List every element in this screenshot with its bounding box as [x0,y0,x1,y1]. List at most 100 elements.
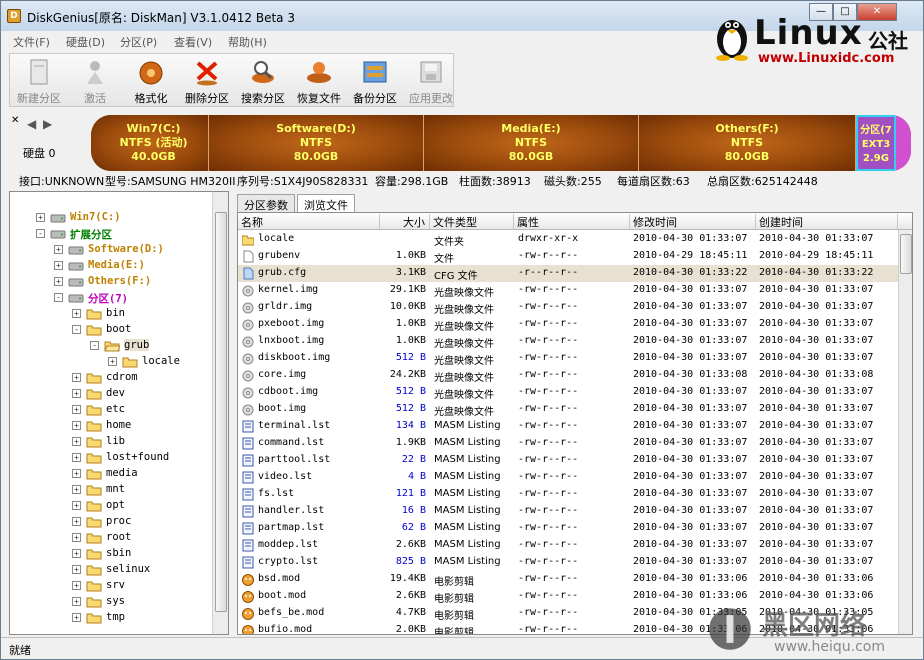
tree-expander-icon[interactable]: + [36,213,45,222]
cell-ctime: 2010-04-30 01:33:07 [759,505,874,516]
tree-expander-icon[interactable]: + [54,277,63,286]
table-row[interactable]: diskboot.img 512 B 光盘映像文件 -rw-r--r-- 2010-04… [238,350,898,367]
table-row[interactable]: grldr.img 10.0KB 光盘映像文件 -rw-r--r-- 2010-04-3… [238,299,898,316]
next-disk-arrow-icon[interactable]: ▶ [43,117,52,131]
column-mtime[interactable]: 修改时间 [630,214,756,229]
tree-expander-icon[interactable]: + [72,453,81,462]
table-row[interactable]: command.lst 1.9KB MASM Listing -rw-r--r-- 20… [238,435,898,452]
cell-mtime: 2010-04-30 01:33:07 [633,522,748,533]
activate-button[interactable]: 激活 [68,56,122,106]
table-row[interactable]: locale 文件夹 drwxr-xr-x 2010-04-30 01:33:07 20… [238,231,898,248]
tree-expander-icon[interactable]: + [72,597,81,606]
table-row[interactable]: pxeboot.img 1.0KB 光盘映像文件 -rw-r--r-- 2010-04-… [238,316,898,333]
table-row[interactable]: handler.lst 16 B MASM Listing -rw-r--r-- 201… [238,503,898,520]
cfg-file-icon [243,267,254,280]
search-partition-button[interactable]: 搜索分区 [236,56,290,106]
column-name[interactable]: 名称 [238,214,380,229]
cell-ctime: 2010-04-30 01:33:07 [759,437,874,448]
tree-expander-icon[interactable]: + [72,581,81,590]
tree-expander-icon[interactable]: + [72,549,81,558]
total-sectors-info: 总扇区数:625142448 [707,175,818,188]
folder-icon [86,597,102,608]
table-row[interactable]: parttool.lst 22 B MASM Listing -rw-r--r-- 20… [238,452,898,469]
folder-icon [86,437,102,448]
tab-browse-files[interactable]: 浏览文件 [297,194,355,212]
menu-partition[interactable]: 分区(P) [120,34,157,50]
cell-size: 24.2KB [389,369,426,380]
table-row[interactable]: bsd.mod 19.4KB 电影剪辑 -rw-r--r-- 2010-04-30 01… [238,571,898,588]
recover-files-button[interactable]: 恢复文件 [292,56,346,106]
apply-changes-button[interactable]: 应用更改 [404,56,458,106]
partition-segment-7[interactable]: 分区(7 EXT3 2.9G [856,115,896,171]
menu-view[interactable]: 查看(V) [174,34,212,50]
table-row[interactable]: grub.cfg 3.1KB CFG 文件 -r--r--r-- 2010-04-30 … [238,265,898,282]
tree-node-label: 分区(7) [88,293,128,305]
partition-segment-c[interactable]: Win7(C:) NTFS (活动) 40.0GB [91,115,209,171]
tree-node-label: media [106,467,138,479]
tree-expander-icon[interactable]: + [72,613,81,622]
partition-segment-d[interactable]: Software(D:) NTFS 80.0GB [209,115,424,171]
cell-mtime: 2010-04-30 01:33:07 [633,352,748,363]
disk-map-panel: ✕ ◀ ▶ 硬盘 0 Win7(C:) NTFS (活动) 40.0GB Sof… [9,111,921,173]
tree-scrollbar[interactable] [212,192,228,634]
prev-disk-arrow-icon[interactable]: ◀ [27,117,36,131]
unallocated-segment[interactable] [896,115,911,171]
tree-expander-icon[interactable]: + [72,309,81,318]
column-ctime[interactable]: 创建时间 [756,214,898,229]
backup-partition-button[interactable]: 备份分区 [348,56,402,106]
column-size[interactable]: 大小 [380,214,430,229]
tree-node-label: Others(F:) [88,275,152,287]
table-row[interactable]: boot.img 512 B 光盘映像文件 -rw-r--r-- 2010-04-30 … [238,401,898,418]
table-row[interactable]: core.img 24.2KB 光盘映像文件 -rw-r--r-- 2010-04-30… [238,367,898,384]
cell-name: parttool.lst [258,454,331,465]
drive-icon [50,230,66,239]
table-row[interactable]: fs.lst 121 B MASM Listing -rw-r--r-- 2010-04… [238,486,898,503]
tree-expander-icon[interactable]: + [72,565,81,574]
menu-disk[interactable]: 硬盘(D) [66,34,105,50]
file-scroll-thumb[interactable] [900,234,912,274]
tree-expander-icon[interactable]: + [108,357,117,366]
tree-expander-icon[interactable]: - [36,229,45,238]
table-row[interactable]: terminal.lst 134 B MASM Listing -rw-r--r-- 2… [238,418,898,435]
table-row[interactable]: kernel.img 29.1KB 光盘映像文件 -rw-r--r-- 2010-04-… [238,282,898,299]
tree-expander-icon[interactable]: + [72,421,81,430]
delete-partition-button[interactable]: 删除分区 [180,56,234,106]
close-panel-icon[interactable]: ✕ [11,115,19,126]
table-row[interactable]: partmap.lst 62 B MASM Listing -rw-r--r-- 201… [238,520,898,537]
table-row[interactable]: cdboot.img 512 B 光盘映像文件 -rw-r--r-- 2010-04-3… [238,384,898,401]
tree-expander-icon[interactable]: - [90,341,99,350]
file-list-scrollbar[interactable] [898,230,912,634]
tree-expander-icon[interactable]: + [72,469,81,478]
tree-scroll-thumb[interactable] [215,212,227,612]
table-row[interactable]: crypto.lst 825 B MASM Listing -rw-r--r-- 201… [238,554,898,571]
folder-icon [86,421,102,432]
tree-expander-icon[interactable]: + [72,437,81,446]
tree-expander-icon[interactable]: - [72,325,81,334]
tree-expander-icon[interactable]: + [72,517,81,526]
tree-expander-icon[interactable]: + [54,245,63,254]
column-type[interactable]: 文件类型 [430,214,514,229]
format-button[interactable]: 格式化 [124,56,178,106]
table-row[interactable]: grubenv 1.0KB 文件 -rw-r--r-- 2010-04-29 18:45… [238,248,898,265]
tree-expander-icon[interactable]: + [54,261,63,270]
tree-expander-icon[interactable]: + [72,485,81,494]
table-row[interactable]: moddep.lst 2.6KB MASM Listing -rw-r--r-- 201… [238,537,898,554]
column-attr[interactable]: 属性 [514,214,630,229]
tree-expander-icon[interactable]: - [54,293,63,302]
menu-file[interactable]: 文件(F) [13,34,50,50]
table-row[interactable]: lnxboot.img 1.0KB 光盘映像文件 -rw-r--r-- 2010-04-… [238,333,898,350]
menu-help[interactable]: 帮助(H) [228,34,267,50]
cell-name: befs_be.mod [258,607,325,618]
table-row[interactable]: video.lst 4 B MASM Listing -rw-r--r-- 2010-0… [238,469,898,486]
tree-expander-icon[interactable]: + [72,373,81,382]
partition-segment-f[interactable]: Others(F:) NTFS 80.0GB [639,115,856,171]
new-partition-button[interactable]: 新建分区 [12,56,66,106]
cell-name: diskboot.img [258,352,331,363]
tree-expander-icon[interactable]: + [72,501,81,510]
tree-expander-icon[interactable]: + [72,405,81,414]
tree-expander-icon[interactable]: + [72,389,81,398]
tree-node-label: Software(D:) [88,243,164,255]
tab-partition-params[interactable]: 分区参数 [237,194,295,212]
tree-expander-icon[interactable]: + [72,533,81,542]
partition-segment-e[interactable]: Media(E:) NTFS 80.0GB [424,115,639,171]
